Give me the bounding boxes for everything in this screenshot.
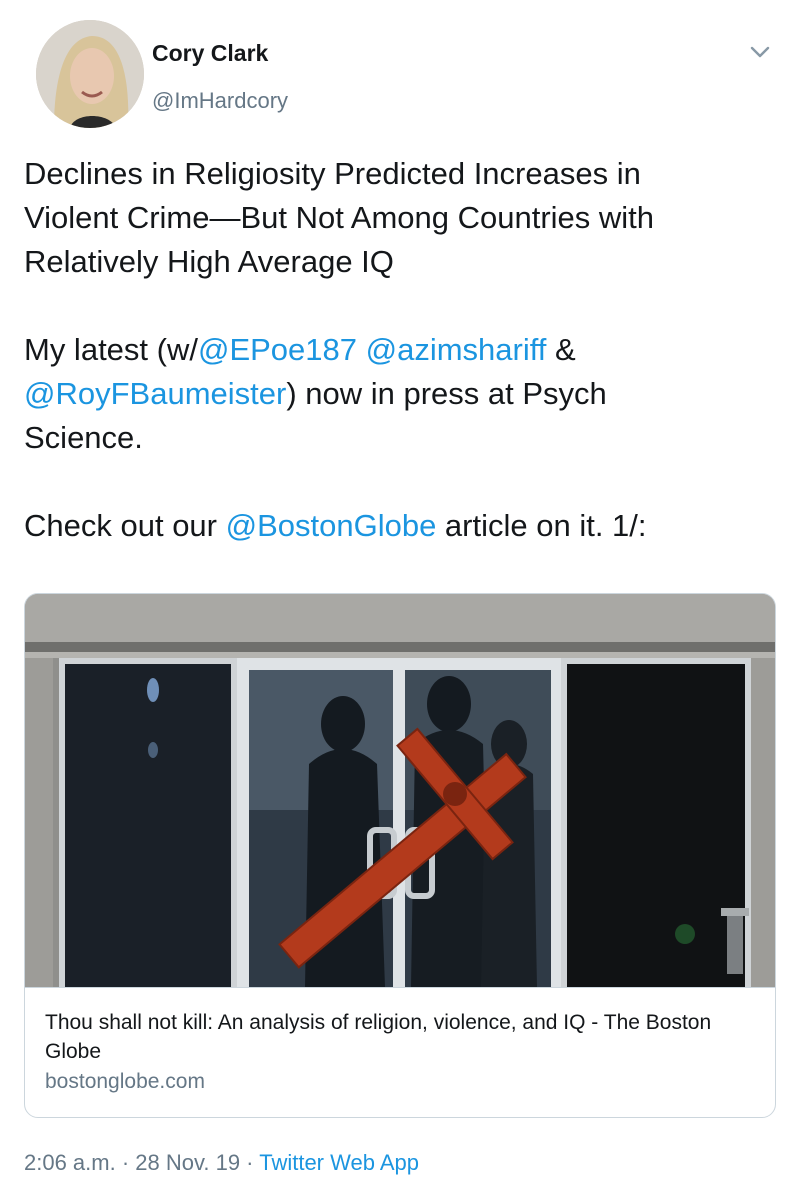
tweet-text-segment: ) now in press at Psych — [286, 376, 607, 411]
mention-link-bostonglobe[interactable]: @BostonGlobe — [226, 508, 437, 543]
meta-separator: · — [115, 1150, 136, 1175]
mention-link-royfbaumeister[interactable]: @RoyFBaumeister — [24, 376, 286, 411]
tweet-text-line: Declines in Religiosity Predicted Increa… — [24, 156, 641, 191]
tweet-header: Cory Clark @ImHardcory — [24, 20, 776, 130]
tweet-text-segment: Science. — [24, 420, 143, 455]
avatar[interactable] — [36, 20, 144, 128]
tweet-text-segment: Check out our — [24, 508, 226, 543]
card-domain: bostonglobe.com — [45, 1070, 205, 1093]
tweet-paragraph-2: My latest (w/@EPoe187 @azimshariff & @Roy… — [24, 328, 764, 460]
source-app-link[interactable]: Twitter Web App — [259, 1150, 419, 1175]
author-handle[interactable]: @ImHardcory — [152, 88, 288, 114]
meta-separator: · — [240, 1150, 260, 1175]
tweet-paragraph-1: Declines in Religiosity Predicted Increa… — [24, 152, 764, 284]
tweet-text: Declines in Religiosity Predicted Increa… — [24, 152, 764, 548]
mention-link-epoe187[interactable]: @EPoe187 — [198, 332, 357, 367]
tweet-text-line: Violent Crime—But Not Among Countries wi… — [24, 200, 655, 235]
chevron-down-icon[interactable] — [746, 38, 774, 66]
tweet-metadata: 2:06 a.m. · 28 Nov. 19 · Twitter Web App — [24, 1150, 419, 1176]
tweet-text-segment: My latest (w/ — [24, 332, 198, 367]
tweet-text-segment: & — [546, 332, 576, 367]
card-title[interactable]: Thou shall not kill: An analysis of reli… — [45, 1008, 755, 1066]
tweet-text-segment — [357, 332, 366, 367]
mention-link-azimshariff[interactable]: @azimshariff — [366, 332, 547, 367]
tweet-text-segment: article on it. 1/: — [436, 508, 647, 543]
tweet-paragraph-3: Check out our @BostonGlobe article on it… — [24, 504, 764, 548]
author-name[interactable]: Cory Clark — [152, 40, 268, 67]
avatar-photo — [36, 20, 144, 128]
card-body: Thou shall not kill: An analysis of reli… — [25, 987, 775, 1117]
tweet-date[interactable]: 28 Nov. 19 — [135, 1150, 240, 1175]
link-preview-card[interactable]: Thou shall not kill: An analysis of reli… — [24, 593, 776, 1118]
tweet-text-line: Relatively High Average IQ — [24, 244, 394, 279]
tweet-time[interactable]: 2:06 a.m. — [24, 1150, 116, 1175]
card-image — [25, 594, 775, 987]
